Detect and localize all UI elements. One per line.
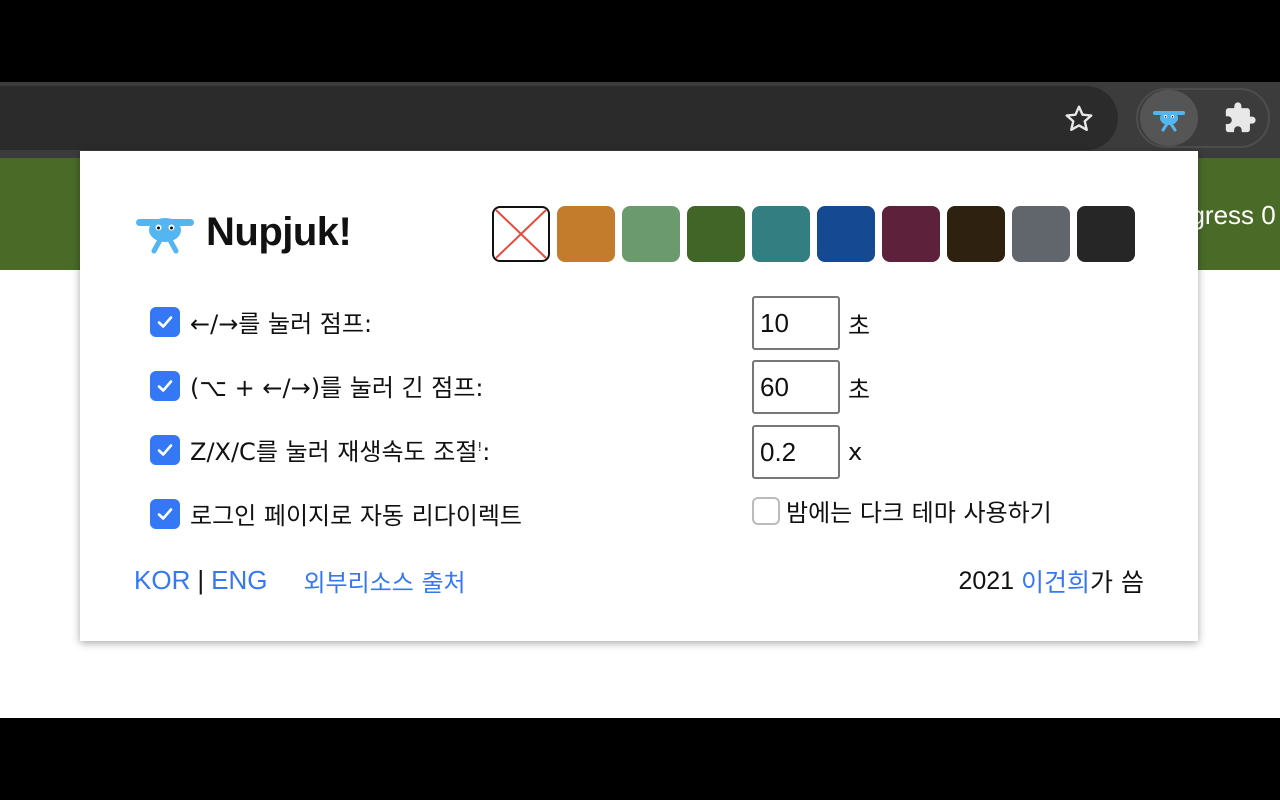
speed-label: Z/X/C를 눌러 재생속도 조절!: [190, 432, 490, 467]
swatch-teal[interactable] [752, 206, 810, 262]
top-black-bar [0, 0, 1280, 82]
sources-link[interactable]: 외부리소스 출처 [303, 563, 465, 598]
nupjuk-extension-icon [1153, 111, 1185, 132]
extension-popup: Nupjuk! ←/→를 눌러 점프: 초 (⌥ + ←/ [80, 151, 1198, 641]
option-long-jump: (⌥ + ←/→)를 눌러 긴 점프: [150, 368, 484, 403]
dark-theme-label: 밤에는 다크 테마 사용하기 [786, 499, 1052, 527]
checkmark-icon [157, 379, 173, 392]
speed-checkbox[interactable] [150, 434, 180, 465]
redirect-checkbox[interactable] [150, 498, 180, 529]
checkmark-icon [157, 443, 173, 456]
jump-checkbox[interactable] [150, 306, 180, 337]
star-outline-icon[interactable] [1060, 100, 1098, 138]
swatch-green[interactable] [687, 206, 745, 262]
popup-title: Nupjuk! [206, 209, 352, 254]
bottom-black-bar [0, 718, 1280, 800]
puzzle-icon[interactable] [1218, 98, 1262, 138]
swatch-orange[interactable] [557, 206, 615, 262]
long-jump-label: (⌥ + ←/→)를 눌러 긴 점프: [190, 374, 484, 402]
option-jump: ←/→를 눌러 점프: [150, 304, 372, 339]
redirect-label: 로그인 페이지로 자동 리다이렉트 [190, 502, 523, 530]
jump-unit: 초 [848, 311, 871, 340]
nupjuk-logo-icon [136, 218, 194, 254]
checkmark-icon [157, 507, 173, 520]
nupjuk-extension-button[interactable] [1140, 90, 1198, 146]
swatch-blue[interactable] [817, 206, 875, 262]
credit-author-link[interactable]: 이건희 [1021, 563, 1090, 599]
long-jump-unit: 초 [848, 375, 871, 404]
checkmark-icon [157, 315, 173, 328]
swatch-sage[interactable] [622, 206, 680, 262]
jump-label: ←/→를 눌러 점프: [190, 310, 373, 338]
speed-label-colon: : [482, 438, 491, 466]
swatch-gray[interactable] [1012, 206, 1070, 262]
jump-field: 초 [752, 296, 870, 350]
theme-swatches [492, 206, 1135, 262]
lang-kor-link[interactable]: KOR [134, 565, 190, 596]
swatch-brown[interactable] [947, 206, 1005, 262]
credit-suffix: 가 씀 [1090, 568, 1144, 597]
long-jump-field: 초 [752, 360, 870, 414]
long-jump-seconds-input[interactable] [752, 360, 840, 414]
jump-seconds-input[interactable] [752, 296, 840, 350]
option-speed: Z/X/C를 눌러 재생속도 조절!: [150, 432, 490, 467]
option-dark-theme: 밤에는 다크 테마 사용하기 [752, 493, 1052, 528]
footer-credit: 2021 이건희 가 씀 [958, 563, 1144, 599]
credit-prefix: 2021 [958, 566, 1022, 595]
speed-label-text: Z/X/C를 눌러 재생속도 조절 [190, 438, 478, 466]
lang-separator: | [197, 565, 205, 595]
none-cross-icon [495, 209, 547, 259]
speed-step-input[interactable] [752, 425, 840, 479]
speed-unit: x [848, 438, 863, 466]
speed-field: x [752, 425, 862, 479]
option-redirect: 로그인 페이지로 자동 리다이렉트 [150, 496, 522, 531]
lang-eng-link[interactable]: ENG [211, 565, 267, 596]
footer-links: KOR | ENG 외부리소스 출처 [134, 563, 466, 598]
swatch-wine[interactable] [882, 206, 940, 262]
swatch-black[interactable] [1077, 206, 1135, 262]
brand: Nupjuk! [134, 209, 352, 255]
address-bar[interactable] [0, 86, 1118, 150]
swatch-none[interactable] [492, 206, 550, 262]
long-jump-checkbox[interactable] [150, 370, 180, 401]
dark-theme-checkbox[interactable] [752, 496, 780, 525]
